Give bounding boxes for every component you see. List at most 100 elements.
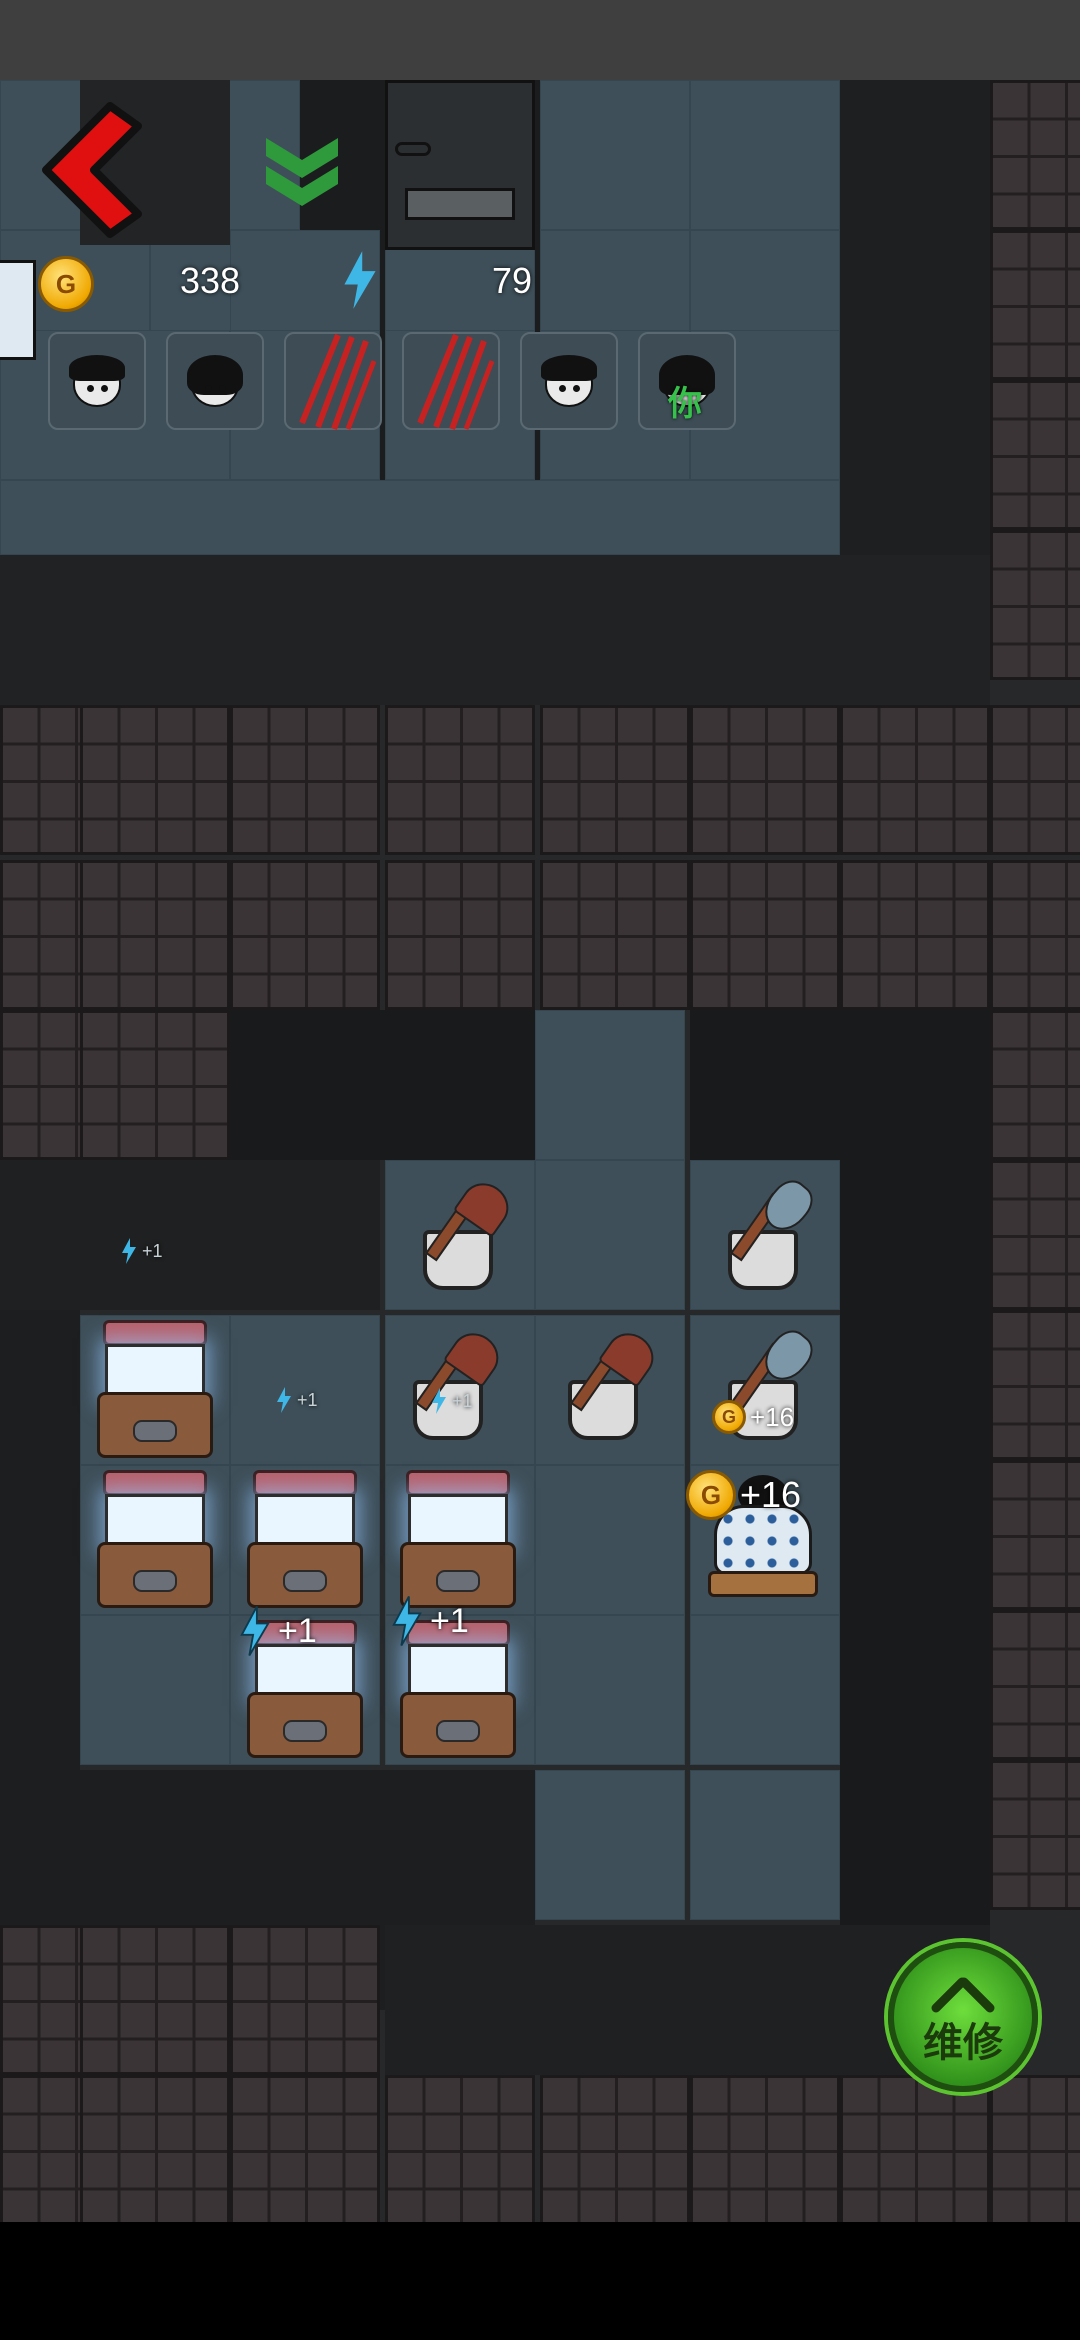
energy-gain-text: +1 [452, 1390, 473, 1411]
repair-label: 维修 [923, 2020, 1003, 2066]
energy-gain-large: +1 [238, 1605, 317, 1657]
energy-gain-text: +1 [297, 1389, 318, 1410]
floor-tile [0, 480, 840, 555]
player-slot[interactable] [166, 332, 264, 430]
key-icon [395, 142, 431, 156]
wall-tile [230, 705, 380, 855]
wall-tile [230, 2075, 380, 2222]
back-button[interactable] [38, 100, 148, 240]
girl-face-icon [183, 351, 247, 411]
lightning-icon [392, 1596, 422, 1647]
player-slot[interactable] [520, 332, 618, 430]
wall-tile [80, 860, 230, 1010]
wall-tile [80, 1925, 230, 2075]
energy-gain-small: +1 [275, 1387, 318, 1413]
wall-tile [990, 1610, 1080, 1760]
gold-gain-text: +16 [740, 1474, 802, 1515]
wall-tile [690, 2075, 840, 2222]
floor-tile [690, 1615, 840, 1765]
bucket-brush-item[interactable] [405, 1174, 518, 1300]
gold-gain-large: G +16 [686, 1470, 801, 1520]
lightning-icon [122, 1238, 136, 1264]
wall-tile [540, 705, 690, 855]
arcade-machine[interactable] [245, 1470, 365, 1610]
gold-coin-icon: G [712, 1400, 746, 1434]
bucket-brush-item[interactable] [550, 1324, 663, 1450]
system-navigation-bar [0, 2222, 1080, 2340]
shadow-strip [0, 1310, 80, 2010]
floor-tile [690, 1770, 840, 1920]
self-label: 你 [668, 384, 702, 424]
gold-coin-icon: G [38, 256, 94, 312]
back-arrow-icon [42, 102, 142, 238]
player-slot[interactable] [284, 332, 382, 431]
shadow-strip [840, 80, 990, 560]
repair-button[interactable]: 维修 [888, 1942, 1038, 2092]
energy-gain-text: +1 [430, 1601, 469, 1640]
arcade-machine[interactable] [95, 1320, 215, 1460]
lightning-icon [277, 1387, 291, 1413]
wall-tile [540, 2075, 690, 2222]
floor-tile [535, 1615, 685, 1765]
wall-tile [990, 2075, 1080, 2222]
gold-coin-icon: G [686, 1470, 736, 1520]
shadow-region [230, 1010, 540, 1160]
corridor [0, 555, 990, 705]
boy-face-icon [537, 351, 601, 411]
player-slot[interactable] [48, 332, 146, 430]
floor-tile [540, 80, 690, 230]
gold-gain-text: +16 [750, 1401, 795, 1432]
shadow-region [690, 1010, 990, 1160]
wall-tile [540, 860, 690, 1010]
player-list: 你 [48, 332, 736, 431]
wall-tile [80, 705, 230, 855]
floor-tile [535, 1160, 685, 1310]
lightning-icon [240, 1606, 270, 1657]
player-slot[interactable] [402, 332, 500, 431]
wall-tile [690, 705, 840, 855]
player-slot-self[interactable]: 你 [638, 332, 736, 430]
bed-edge [0, 260, 36, 360]
energy-gain-text: +1 [142, 1240, 163, 1261]
wall-tile [385, 705, 535, 855]
locker-panel [405, 188, 515, 220]
floor-tile [80, 1615, 230, 1765]
wall-tile [385, 860, 535, 1010]
energy-gain-small: +1 [120, 1238, 163, 1264]
wall-tile [990, 1310, 1080, 1460]
boy-face-icon [65, 351, 129, 411]
wall-tile [990, 530, 1080, 680]
wall-tile [990, 1460, 1080, 1610]
floor-tile [535, 1770, 685, 1920]
wall-tile [385, 2075, 535, 2222]
energy-gain-text: +1 [278, 1611, 317, 1650]
wall-tile [840, 860, 990, 1010]
locker [385, 80, 535, 250]
system-status-bar [0, 0, 1080, 80]
wall-tile [840, 705, 990, 855]
floor-tile [535, 1010, 685, 1160]
game-map[interactable]: +1 +1 +1 +1 +1 G +16 G +16 G 338 79 你 维修 [0, 80, 1080, 2222]
shadow-strip [840, 1160, 990, 2010]
floor-tile [690, 80, 840, 230]
arcade-machine[interactable] [398, 1470, 518, 1610]
wall-tile [990, 860, 1080, 1010]
energy-count: 79 [492, 260, 533, 301]
wall-tile [990, 705, 1080, 855]
lightning-icon [432, 1388, 446, 1414]
wall-tile [840, 2075, 990, 2222]
rank-chevron[interactable] [262, 128, 342, 213]
lightning-icon [344, 251, 376, 309]
wall-tile [80, 2075, 230, 2222]
wrench-icon [931, 1977, 995, 2013]
wall-tile [990, 1010, 1080, 1160]
wall-tile [990, 380, 1080, 530]
bucket-shovel-item[interactable] [710, 1173, 821, 1300]
wall-tile [230, 860, 380, 1010]
claw-marks-icon [299, 333, 377, 431]
claw-marks-icon [417, 333, 495, 431]
wall-tile [230, 1925, 380, 2075]
energy-gain-large: +1 [390, 1595, 469, 1647]
wall-tile [990, 1760, 1080, 1910]
arcade-machine[interactable] [95, 1470, 215, 1610]
